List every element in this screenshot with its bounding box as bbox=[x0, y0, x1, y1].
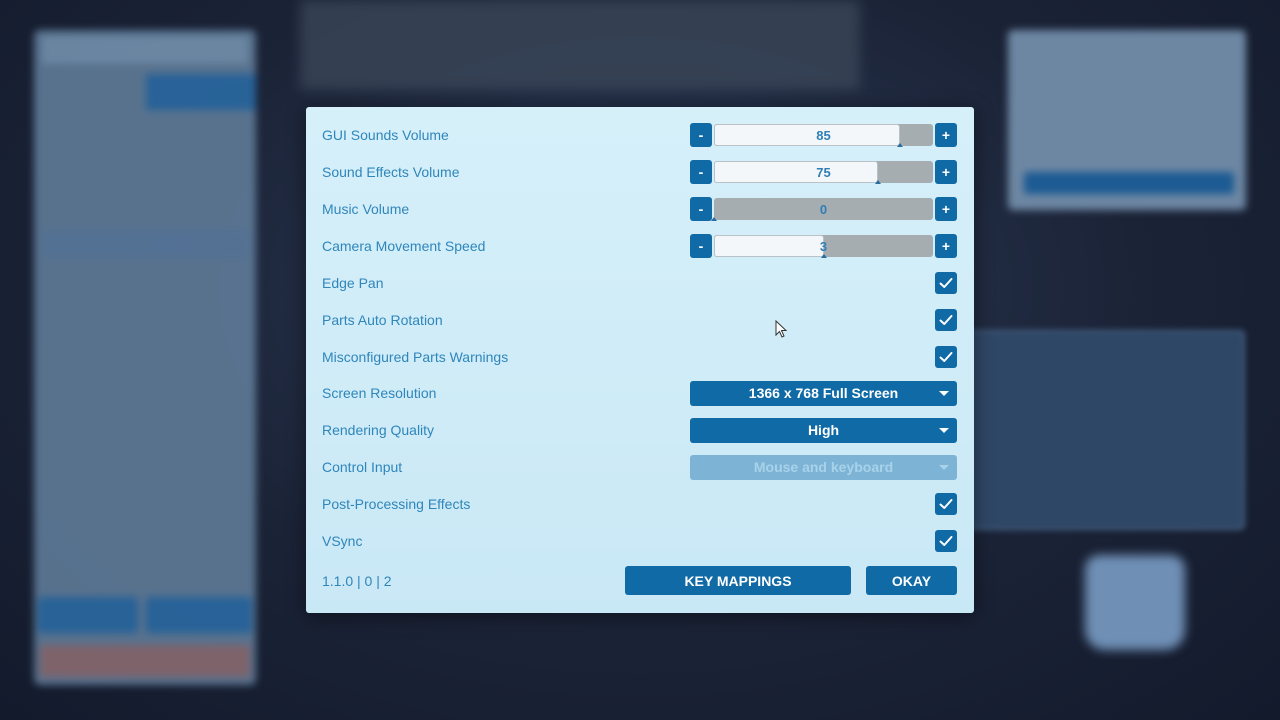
dropdown-value: High bbox=[807, 422, 840, 438]
checkmark-icon bbox=[939, 536, 953, 546]
setting-edge-pan: Edge Pan bbox=[322, 270, 957, 296]
screen-resolution-dropdown[interactable]: 1366 x 768 Full Screen bbox=[690, 380, 957, 406]
setting-screen-resolution: Screen Resolution 1366 x 768 Full Screen bbox=[322, 380, 957, 406]
increase-button[interactable]: + bbox=[935, 197, 957, 221]
setting-label: VSync bbox=[322, 533, 363, 549]
rendering-quality-dropdown[interactable]: High bbox=[690, 417, 957, 443]
setting-label: Post-Processing Effects bbox=[322, 496, 471, 512]
slider-value: 0 bbox=[819, 201, 828, 217]
mouse-cursor-icon bbox=[775, 320, 788, 338]
music-volume-slider[interactable]: 0 bbox=[711, 198, 933, 221]
increase-button[interactable]: + bbox=[935, 234, 957, 258]
setting-label: Rendering Quality bbox=[322, 422, 435, 438]
checkmark-icon bbox=[939, 315, 953, 325]
background-robot bbox=[1085, 555, 1185, 650]
background-info-panel bbox=[960, 330, 1245, 530]
setting-label: Control Input bbox=[322, 459, 403, 475]
setting-camera-movement-speed: Camera Movement Speed - 3 + bbox=[322, 233, 957, 259]
control-input-dropdown: Mouse and keyboard bbox=[690, 454, 957, 480]
increase-button[interactable]: + bbox=[935, 123, 957, 147]
setting-misconfigured-parts-warnings: Misconfigured Parts Warnings bbox=[322, 344, 957, 370]
post-processing-effects-checkbox[interactable] bbox=[935, 493, 957, 515]
setting-label: Sound Effects Volume bbox=[322, 164, 460, 180]
setting-control-input: Control Input Mouse and keyboard bbox=[322, 454, 957, 480]
setting-label: Camera Movement Speed bbox=[322, 238, 486, 254]
vsync-checkbox[interactable] bbox=[935, 530, 957, 552]
caret-down-icon bbox=[939, 427, 949, 433]
setting-label: Parts Auto Rotation bbox=[322, 312, 443, 328]
settings-dialog: GUI Sounds Volume - 85 + Sound Effects V… bbox=[306, 107, 974, 613]
setting-gui-sounds-volume: GUI Sounds Volume - 85 + bbox=[322, 122, 957, 148]
caret-down-icon bbox=[939, 464, 949, 470]
decrease-button[interactable]: - bbox=[690, 197, 712, 221]
sound-effects-volume-slider[interactable]: 75 bbox=[714, 161, 933, 184]
parts-auto-rotation-checkbox[interactable] bbox=[935, 309, 957, 331]
checkmark-icon bbox=[939, 352, 953, 362]
setting-post-processing-effects: Post-Processing Effects bbox=[322, 491, 957, 517]
setting-label: Screen Resolution bbox=[322, 385, 437, 401]
background-toolbar bbox=[300, 0, 860, 90]
slider-value: 3 bbox=[819, 238, 828, 254]
slider-value: 75 bbox=[816, 164, 831, 180]
setting-label: Misconfigured Parts Warnings bbox=[322, 349, 509, 365]
setting-parts-auto-rotation: Parts Auto Rotation bbox=[322, 307, 957, 333]
gui-sounds-volume-slider[interactable]: 85 bbox=[714, 124, 933, 147]
key-mappings-button[interactable]: KEY MAPPINGS bbox=[625, 566, 851, 595]
increase-button[interactable]: + bbox=[935, 160, 957, 184]
setting-label: GUI Sounds Volume bbox=[322, 127, 449, 143]
caret-down-icon bbox=[939, 390, 949, 396]
decrease-button[interactable]: - bbox=[690, 160, 712, 184]
decrease-button[interactable]: - bbox=[690, 123, 712, 147]
slider-value: 85 bbox=[816, 127, 831, 143]
background-card bbox=[1008, 30, 1246, 210]
version-text: 1.1.0 | 0 | 2 bbox=[322, 573, 392, 589]
dialog-footer: 1.1.0 | 0 | 2 KEY MAPPINGS OKAY bbox=[322, 566, 957, 595]
setting-rendering-quality: Rendering Quality High bbox=[322, 417, 957, 443]
setting-label: Edge Pan bbox=[322, 275, 384, 291]
checkmark-icon bbox=[939, 278, 953, 288]
dropdown-value: Mouse and keyboard bbox=[753, 459, 894, 475]
setting-vsync: VSync bbox=[322, 528, 957, 554]
misconfigured-parts-warnings-checkbox[interactable] bbox=[935, 346, 957, 368]
decrease-button[interactable]: - bbox=[690, 234, 712, 258]
edge-pan-checkbox[interactable] bbox=[935, 272, 957, 294]
camera-movement-speed-slider[interactable]: 3 bbox=[714, 235, 933, 258]
dropdown-value: 1366 x 768 Full Screen bbox=[748, 385, 899, 401]
setting-sound-effects-volume: Sound Effects Volume - 75 + bbox=[322, 159, 957, 185]
setting-label: Music Volume bbox=[322, 201, 410, 217]
setting-music-volume: Music Volume - 0 + bbox=[322, 196, 957, 222]
okay-button[interactable]: OKAY bbox=[866, 566, 957, 595]
background-left-panel bbox=[34, 30, 256, 685]
checkmark-icon bbox=[939, 499, 953, 509]
